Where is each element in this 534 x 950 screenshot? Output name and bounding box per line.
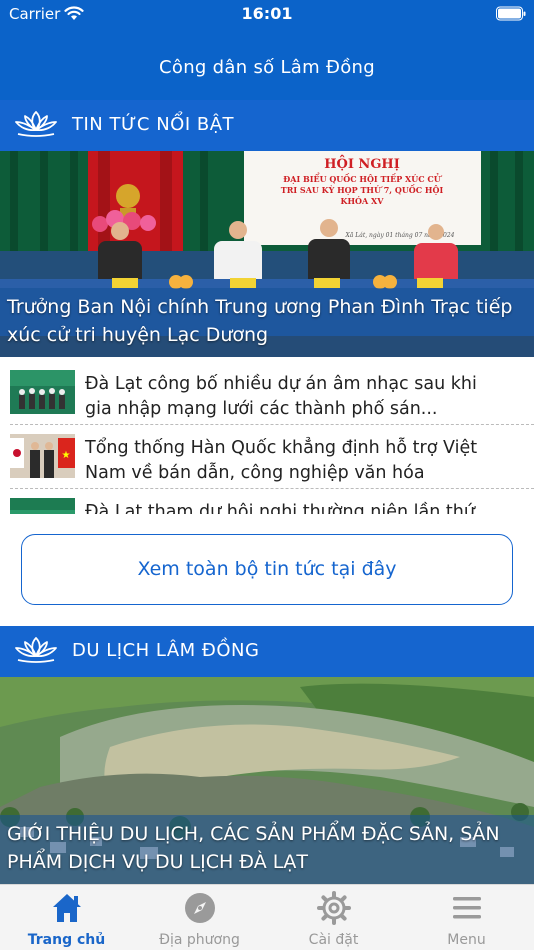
banner-line1: HỘI NGHỊ (324, 155, 400, 172)
list-item[interactable]: ★ Tổng thống Hàn Quốc khẳng định hỗ trợ … (0, 425, 534, 489)
tab-label: Trang chủ (27, 932, 106, 948)
gear-icon (316, 891, 351, 925)
news-thumbnail (10, 498, 75, 514)
clock: 16:01 (241, 4, 293, 23)
featured-news-hero[interactable]: HỘI NGHỊ ĐẠI BIỂU QUỐC HỘI TIẾP XÚC CỬ T… (0, 151, 534, 357)
banner-line2: ĐẠI BIỂU QUỐC HỘI TIẾP XÚC CỬ (283, 173, 443, 184)
nav-bar: Công dân số Lâm Đồng (0, 30, 534, 100)
tab-bar: Trang chủ Địa phương Cài đặt Menu (0, 884, 534, 950)
news-thumbnail: ★ (10, 434, 75, 478)
tab-label: Cài đặt (308, 932, 359, 948)
status-bar: Carrier 16:01 (0, 0, 534, 30)
tab-home[interactable]: Trang chủ (0, 885, 133, 950)
compass-icon (184, 893, 215, 923)
hero-caption: Trưởng Ban Nội chính Trung ương Phan Đìn… (7, 296, 513, 346)
section-title: TIN TỨC NỔI BẬT (72, 114, 235, 135)
section-title: DU LỊCH LÂM ĐỒNG (72, 640, 260, 661)
hero-caption: GIỚI THIỆU DU LỊCH, CÁC SẢN PHẨM ĐẶC SẢN… (7, 823, 500, 873)
menu-icon (452, 897, 481, 919)
list-item[interactable]: Đà Lạt công bố nhiều dự án âm nhạc sau k… (0, 361, 534, 425)
lotus-icon (15, 111, 57, 137)
tab-label: Menu (447, 932, 486, 948)
page-title: Công dân số Lâm Đồng (159, 57, 375, 78)
view-all-news-button[interactable]: Xem toàn bộ tin tức tại đây (21, 534, 513, 605)
tourism-header: DU LỊCH LÂM ĐỒNG (0, 626, 534, 677)
battery-icon (496, 6, 526, 21)
tourism-hero[interactable]: GIỚI THIỆU DU LỊCH, CÁC SẢN PHẨM ĐẶC SẢN… (0, 677, 534, 884)
svg-text:★: ★ (62, 450, 71, 461)
news-title: Đà Lạt công bố nhiều dự án âm nhạc sau k… (85, 374, 477, 419)
banner-line3: TRI SAU KỲ HỌP THỨ 7, QUỐC HỘI (281, 185, 444, 195)
tab-local[interactable]: Địa phương (133, 885, 266, 950)
lotus-icon (15, 637, 57, 663)
tab-settings[interactable]: Cài đặt (267, 885, 400, 950)
news-thumbnail (10, 370, 75, 414)
tab-label: Địa phương (159, 932, 240, 948)
featured-news-header: TIN TỨC NỔI BẬT (0, 100, 534, 151)
news-title: Đà Lạt tham dự hội nghị thường niên lần … (85, 502, 475, 514)
list-item[interactable]: Đà Lạt tham dự hội nghị thường niên lần … (0, 489, 534, 514)
news-title: Tổng thống Hàn Quốc khẳng định hỗ trợ Vi… (85, 438, 478, 483)
news-list: Đà Lạt công bố nhiều dự án âm nhạc sau k… (0, 357, 534, 514)
home-icon (52, 894, 81, 922)
banner-line4: KHÓA XV (341, 196, 385, 206)
tab-menu[interactable]: Menu (400, 885, 533, 950)
